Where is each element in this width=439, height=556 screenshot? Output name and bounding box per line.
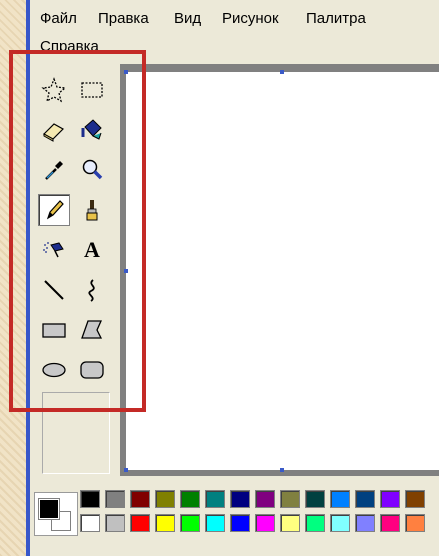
resize-handle-top — [280, 70, 284, 74]
paint-bucket-icon — [81, 119, 102, 140]
text-icon: A — [84, 237, 100, 262]
menu-palette[interactable]: Палитра — [306, 10, 366, 28]
rounded-rect-tool[interactable] — [76, 354, 108, 386]
palette-swatch[interactable] — [355, 490, 375, 508]
palette-swatch[interactable] — [205, 514, 225, 532]
palette-swatch[interactable] — [280, 514, 300, 532]
curve-tool[interactable] — [76, 274, 108, 306]
palette-swatch[interactable] — [130, 490, 150, 508]
line-tool[interactable] — [38, 274, 70, 306]
resize-handle-bl — [124, 468, 128, 472]
resize-handle-bottom[interactable] — [280, 468, 284, 472]
palette-swatch[interactable] — [305, 490, 325, 508]
pencil-icon — [46, 200, 64, 220]
polygon-tool[interactable] — [76, 314, 108, 346]
menu-help[interactable]: Справка — [40, 38, 99, 50]
eraser-tool[interactable] — [38, 114, 70, 146]
palette-swatch[interactable] — [255, 490, 275, 508]
free-form-select-tool[interactable] — [38, 74, 70, 106]
color-palette — [30, 484, 439, 556]
rectangle-tool[interactable] — [38, 314, 70, 346]
palette-swatch[interactable] — [280, 490, 300, 508]
pick-color-tool[interactable] — [38, 154, 70, 186]
palette-swatch[interactable] — [330, 514, 350, 532]
eraser-icon — [43, 123, 64, 142]
palette-swatch[interactable] — [180, 514, 200, 532]
menu-file[interactable]: Файл — [40, 10, 77, 28]
rectangle-icon — [42, 323, 66, 338]
paint-window: Файл Правка Вид Рисунок Палитра Справка — [9, 0, 439, 556]
palette-swatch[interactable] — [255, 514, 275, 532]
ellipse-icon — [42, 362, 66, 378]
palette-swatch[interactable] — [205, 490, 225, 508]
palette-swatch[interactable] — [105, 514, 125, 532]
menu-bar: Файл Правка Вид Рисунок Палитра Справка — [30, 0, 439, 56]
line-icon — [44, 280, 64, 300]
polygon-icon — [81, 320, 103, 339]
palette-swatch[interactable] — [80, 514, 100, 532]
pencil-tool[interactable] — [38, 194, 70, 226]
dashed-rect-icon — [81, 82, 103, 98]
palette-swatch[interactable] — [305, 514, 325, 532]
palette-swatch[interactable] — [130, 514, 150, 532]
palette-swatch[interactable] — [230, 490, 250, 508]
palette-swatch[interactable] — [380, 514, 400, 532]
menu-edit[interactable]: Правка — [98, 10, 149, 28]
palette-swatch[interactable] — [405, 514, 425, 532]
menu-view[interactable]: Вид — [174, 10, 201, 28]
rounded-rect-icon — [80, 361, 104, 379]
airbrush-tool[interactable] — [38, 234, 70, 266]
magnifier-icon — [82, 159, 103, 180]
current-colors-box[interactable] — [34, 492, 78, 536]
palette-swatch[interactable] — [155, 490, 175, 508]
palette-swatch[interactable] — [105, 490, 125, 508]
palette-swatch[interactable] — [230, 514, 250, 532]
palette-swatch[interactable] — [380, 490, 400, 508]
airbrush-icon — [43, 242, 64, 258]
palette-swatch[interactable] — [330, 490, 350, 508]
resize-handle-tl — [124, 70, 128, 74]
palette-swatch[interactable] — [405, 490, 425, 508]
text-tool[interactable]: A — [76, 234, 108, 266]
star-select-icon — [41, 77, 67, 103]
foreground-color — [38, 498, 60, 520]
brush-icon — [86, 200, 98, 221]
curve-icon — [88, 279, 95, 302]
rect-select-tool[interactable] — [76, 74, 108, 106]
eyedropper-icon — [45, 161, 63, 180]
drawing-canvas[interactable] — [126, 72, 439, 470]
resize-handle-left — [124, 269, 128, 273]
palette-swatch[interactable] — [155, 514, 175, 532]
palette-swatch[interactable] — [180, 490, 200, 508]
fill-tool[interactable] — [76, 114, 108, 146]
palette-swatch[interactable] — [355, 514, 375, 532]
ellipse-tool[interactable] — [38, 354, 70, 386]
menu-image[interactable]: Рисунок — [222, 10, 279, 28]
brush-tool[interactable] — [76, 194, 108, 226]
palette-swatch[interactable] — [80, 490, 100, 508]
tool-options-panel[interactable] — [42, 392, 110, 474]
magnifier-tool[interactable] — [76, 154, 108, 186]
